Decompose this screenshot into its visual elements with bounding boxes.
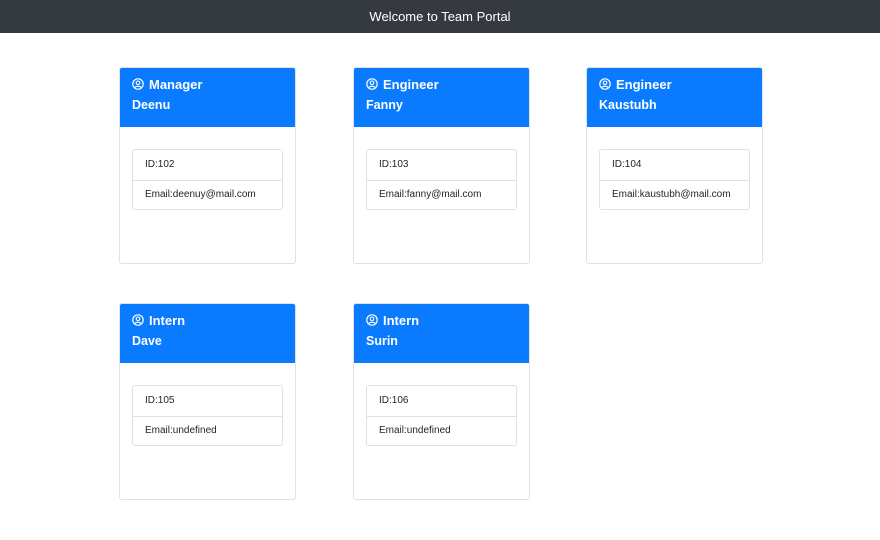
employee-email: Email:deenuy@mail.com <box>133 179 282 210</box>
card-header: Engineer Fanny <box>354 68 529 127</box>
info-list: ID:102 Email:deenuy@mail.com <box>132 149 283 210</box>
info-list: ID:105 Email:undefined <box>132 385 283 446</box>
user-circle-icon <box>599 78 611 90</box>
card-header: Intern Surin <box>354 304 529 363</box>
user-circle-icon <box>366 314 378 326</box>
employee-id: ID:105 <box>145 395 175 407</box>
employee-email: Email:fanny@mail.com <box>367 179 516 210</box>
employee-name: Surin <box>366 334 398 348</box>
employee-email: Email:kaustubh@mail.com <box>600 179 749 210</box>
employee-card-intern: Intern Dave ID:105 Email:undefined <box>119 303 296 500</box>
employee-name: Dave <box>132 334 162 348</box>
employee-card-engineer: Engineer Fanny ID:103 Email:fanny@mail.c… <box>353 67 530 264</box>
role-label: Intern <box>149 312 186 328</box>
employee-id: ID:104 <box>612 159 642 171</box>
role-label: Intern <box>383 312 420 328</box>
card-header: Manager Deenu <box>120 68 295 127</box>
employee-card-engineer: Engineer Kaustubh ID:104 Email:kaustubh@… <box>586 67 763 264</box>
employee-email: Email:undefined <box>133 415 282 446</box>
employee-name: Kaustubh <box>599 98 657 112</box>
user-circle-icon <box>132 78 144 90</box>
employee-id: ID:106 <box>379 395 409 407</box>
info-list: ID:103 Email:fanny@mail.com <box>366 149 517 210</box>
employee-name: Fanny <box>366 98 403 112</box>
role-label: Manager <box>149 76 203 92</box>
info-list: ID:104 Email:kaustubh@mail.com <box>599 149 750 210</box>
card-header: Engineer Kaustubh <box>587 68 762 127</box>
employee-name: Deenu <box>132 98 171 112</box>
info-list: ID:106 Email:undefined <box>366 385 517 446</box>
employee-id: ID:103 <box>379 159 409 171</box>
page-title: Welcome to Team Portal <box>369 9 511 24</box>
role-label: Engineer <box>383 76 439 92</box>
employee-id: ID:102 <box>145 159 175 171</box>
top-navbar: Welcome to Team Portal <box>0 0 880 33</box>
employee-email: Email:undefined <box>367 415 516 446</box>
employee-card-intern: Intern Surin ID:106 Email:undefined <box>353 303 530 500</box>
user-circle-icon <box>366 78 378 90</box>
user-circle-icon <box>132 314 144 326</box>
employee-card-manager: Manager Deenu ID:102 Email:deenuy@mail.c… <box>119 67 296 264</box>
role-label: Engineer <box>616 76 672 92</box>
card-header: Intern Dave <box>120 304 295 363</box>
